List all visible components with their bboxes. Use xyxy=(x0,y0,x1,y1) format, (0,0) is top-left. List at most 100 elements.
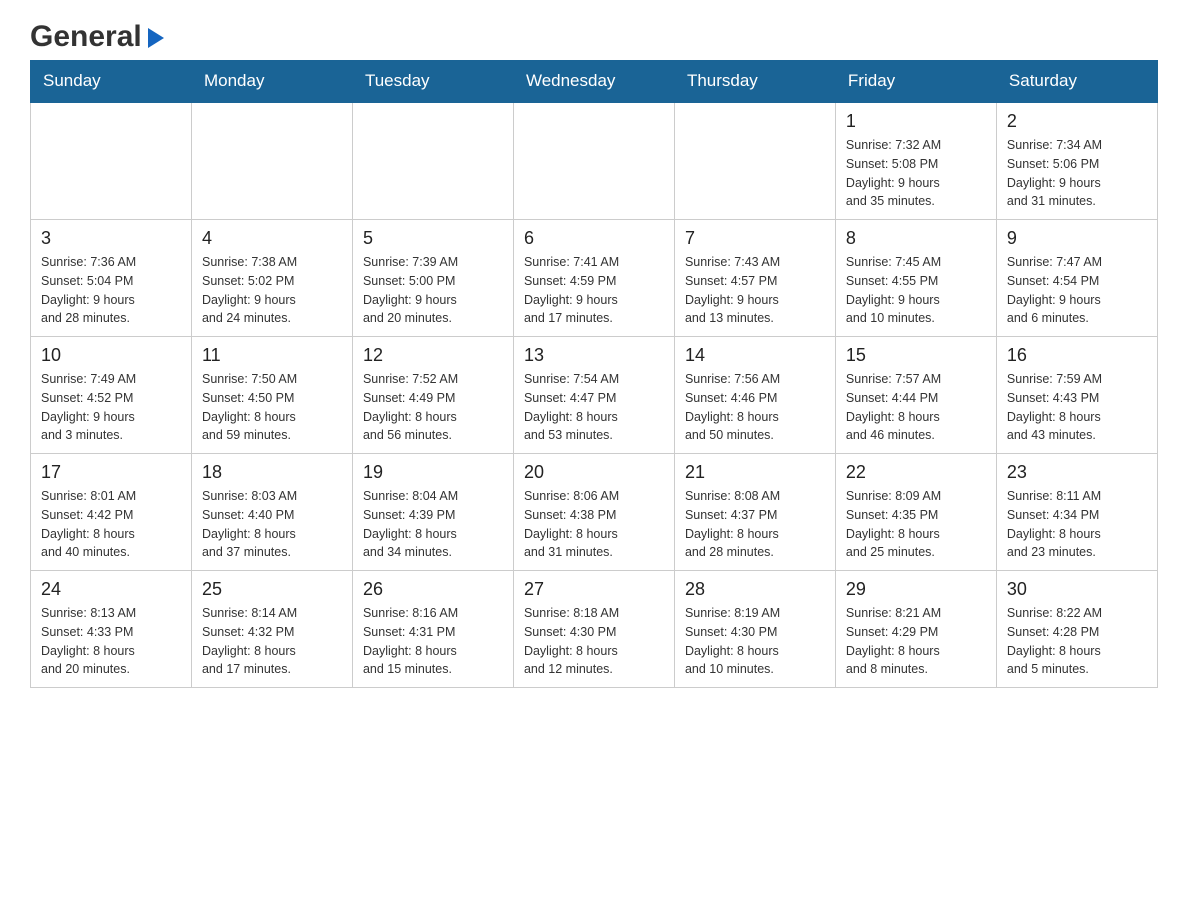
day-number: 8 xyxy=(846,228,986,249)
day-info: Sunrise: 7:54 AM Sunset: 4:47 PM Dayligh… xyxy=(524,370,664,445)
day-number: 27 xyxy=(524,579,664,600)
calendar-header-row: SundayMondayTuesdayWednesdayThursdayFrid… xyxy=(31,61,1158,103)
calendar-cell: 2 Sunrise: 7:34 AM Sunset: 5:06 PM Daylig… xyxy=(996,102,1157,220)
day-number: 15 xyxy=(846,345,986,366)
day-number: 10 xyxy=(41,345,181,366)
calendar-cell: 27 Sunrise: 8:18 AM Sunset: 4:30 PM Dayli… xyxy=(513,571,674,688)
calendar-cell: 26 Sunrise: 8:16 AM Sunset: 4:31 PM Dayli… xyxy=(352,571,513,688)
day-info: Sunrise: 8:13 AM Sunset: 4:33 PM Dayligh… xyxy=(41,604,181,679)
day-number: 2 xyxy=(1007,111,1147,132)
day-info: Sunrise: 7:43 AM Sunset: 4:57 PM Dayligh… xyxy=(685,253,825,328)
logo: General xyxy=(30,20,164,50)
day-info: Sunrise: 8:21 AM Sunset: 4:29 PM Dayligh… xyxy=(846,604,986,679)
day-number: 22 xyxy=(846,462,986,483)
day-info: Sunrise: 8:01 AM Sunset: 4:42 PM Dayligh… xyxy=(41,487,181,562)
day-number: 11 xyxy=(202,345,342,366)
day-number: 12 xyxy=(363,345,503,366)
day-info: Sunrise: 7:39 AM Sunset: 5:00 PM Dayligh… xyxy=(363,253,503,328)
day-number: 26 xyxy=(363,579,503,600)
day-info: Sunrise: 7:36 AM Sunset: 5:04 PM Dayligh… xyxy=(41,253,181,328)
calendar-cell: 11 Sunrise: 7:50 AM Sunset: 4:50 PM Dayli… xyxy=(191,337,352,454)
calendar-cell: 28 Sunrise: 8:19 AM Sunset: 4:30 PM Dayli… xyxy=(674,571,835,688)
calendar-cell: 22 Sunrise: 8:09 AM Sunset: 4:35 PM Dayli… xyxy=(835,454,996,571)
day-info: Sunrise: 7:45 AM Sunset: 4:55 PM Dayligh… xyxy=(846,253,986,328)
calendar-cell: 13 Sunrise: 7:54 AM Sunset: 4:47 PM Dayli… xyxy=(513,337,674,454)
calendar-cell: 30 Sunrise: 8:22 AM Sunset: 4:28 PM Dayli… xyxy=(996,571,1157,688)
weekday-header-thursday: Thursday xyxy=(674,61,835,103)
weekday-header-saturday: Saturday xyxy=(996,61,1157,103)
weekday-header-tuesday: Tuesday xyxy=(352,61,513,103)
calendar-week-2: 3Sunrise: 7:36 AM Sunset: 5:04 PM Daylig… xyxy=(31,220,1158,337)
day-info: Sunrise: 8:16 AM Sunset: 4:31 PM Dayligh… xyxy=(363,604,503,679)
day-number: 5 xyxy=(363,228,503,249)
calendar-week-5: 24Sunrise: 8:13 AM Sunset: 4:33 PM Dayli… xyxy=(31,571,1158,688)
calendar-cell: 23 Sunrise: 8:11 AM Sunset: 4:34 PM Dayli… xyxy=(996,454,1157,571)
day-info: Sunrise: 7:32 AM Sunset: 5:08 PM Dayligh… xyxy=(846,136,986,211)
calendar-cell: 17 Sunrise: 8:01 AM Sunset: 4:42 PM Dayli… xyxy=(31,454,192,571)
calendar-cell xyxy=(352,102,513,220)
day-info: Sunrise: 8:22 AM Sunset: 4:28 PM Dayligh… xyxy=(1007,604,1147,679)
day-info: Sunrise: 8:06 AM Sunset: 4:38 PM Dayligh… xyxy=(524,487,664,562)
page-header: General xyxy=(30,20,1158,50)
day-info: Sunrise: 8:18 AM Sunset: 4:30 PM Dayligh… xyxy=(524,604,664,679)
day-number: 30 xyxy=(1007,579,1147,600)
calendar-cell: 5 Sunrise: 7:39 AM Sunset: 5:00 PM Daylig… xyxy=(352,220,513,337)
day-number: 16 xyxy=(1007,345,1147,366)
calendar-cell: 8 Sunrise: 7:45 AM Sunset: 4:55 PM Daylig… xyxy=(835,220,996,337)
day-info: Sunrise: 8:04 AM Sunset: 4:39 PM Dayligh… xyxy=(363,487,503,562)
weekday-header-monday: Monday xyxy=(191,61,352,103)
weekday-header-wednesday: Wednesday xyxy=(513,61,674,103)
day-number: 9 xyxy=(1007,228,1147,249)
day-number: 29 xyxy=(846,579,986,600)
calendar-cell: 14 Sunrise: 7:56 AM Sunset: 4:46 PM Dayli… xyxy=(674,337,835,454)
weekday-header-friday: Friday xyxy=(835,61,996,103)
day-number: 25 xyxy=(202,579,342,600)
day-number: 18 xyxy=(202,462,342,483)
calendar-cell: 20Sunrise: 8:06 AM Sunset: 4:38 PM Dayli… xyxy=(513,454,674,571)
logo-arrow-icon xyxy=(148,28,164,48)
day-number: 28 xyxy=(685,579,825,600)
calendar-cell: 1 Sunrise: 7:32 AM Sunset: 5:08 PM Daylig… xyxy=(835,102,996,220)
day-number: 1 xyxy=(846,111,986,132)
calendar-cell: 9 Sunrise: 7:47 AM Sunset: 4:54 PM Daylig… xyxy=(996,220,1157,337)
day-info: Sunrise: 8:14 AM Sunset: 4:32 PM Dayligh… xyxy=(202,604,342,679)
day-number: 13 xyxy=(524,345,664,366)
day-info: Sunrise: 8:11 AM Sunset: 4:34 PM Dayligh… xyxy=(1007,487,1147,562)
calendar-cell: 3Sunrise: 7:36 AM Sunset: 5:04 PM Daylig… xyxy=(31,220,192,337)
day-number: 14 xyxy=(685,345,825,366)
day-info: Sunrise: 8:08 AM Sunset: 4:37 PM Dayligh… xyxy=(685,487,825,562)
calendar-cell: 16 Sunrise: 7:59 AM Sunset: 4:43 PM Dayli… xyxy=(996,337,1157,454)
calendar-cell: 25 Sunrise: 8:14 AM Sunset: 4:32 PM Dayli… xyxy=(191,571,352,688)
day-info: Sunrise: 8:19 AM Sunset: 4:30 PM Dayligh… xyxy=(685,604,825,679)
day-info: Sunrise: 7:34 AM Sunset: 5:06 PM Dayligh… xyxy=(1007,136,1147,211)
calendar-cell: 29 Sunrise: 8:21 AM Sunset: 4:29 PM Dayli… xyxy=(835,571,996,688)
calendar-cell xyxy=(674,102,835,220)
day-info: Sunrise: 7:41 AM Sunset: 4:59 PM Dayligh… xyxy=(524,253,664,328)
calendar-week-4: 17 Sunrise: 8:01 AM Sunset: 4:42 PM Dayli… xyxy=(31,454,1158,571)
day-info: Sunrise: 8:03 AM Sunset: 4:40 PM Dayligh… xyxy=(202,487,342,562)
day-info: Sunrise: 7:50 AM Sunset: 4:50 PM Dayligh… xyxy=(202,370,342,445)
calendar-week-1: 1 Sunrise: 7:32 AM Sunset: 5:08 PM Daylig… xyxy=(31,102,1158,220)
day-info: Sunrise: 8:09 AM Sunset: 4:35 PM Dayligh… xyxy=(846,487,986,562)
weekday-header-sunday: Sunday xyxy=(31,61,192,103)
calendar-cell: 21 Sunrise: 8:08 AM Sunset: 4:37 PM Dayli… xyxy=(674,454,835,571)
day-number: 21 xyxy=(685,462,825,483)
calendar-cell: 4 Sunrise: 7:38 AM Sunset: 5:02 PM Daylig… xyxy=(191,220,352,337)
day-info: Sunrise: 7:49 AM Sunset: 4:52 PM Dayligh… xyxy=(41,370,181,445)
day-number: 4 xyxy=(202,228,342,249)
day-info: Sunrise: 7:59 AM Sunset: 4:43 PM Dayligh… xyxy=(1007,370,1147,445)
logo-general-text: General xyxy=(30,20,142,54)
day-info: Sunrise: 7:56 AM Sunset: 4:46 PM Dayligh… xyxy=(685,370,825,445)
day-info: Sunrise: 7:47 AM Sunset: 4:54 PM Dayligh… xyxy=(1007,253,1147,328)
day-number: 17 xyxy=(41,462,181,483)
calendar-cell xyxy=(31,102,192,220)
day-info: Sunrise: 7:38 AM Sunset: 5:02 PM Dayligh… xyxy=(202,253,342,328)
calendar-table: SundayMondayTuesdayWednesdayThursdayFrid… xyxy=(30,60,1158,688)
calendar-cell xyxy=(191,102,352,220)
calendar-cell: 12Sunrise: 7:52 AM Sunset: 4:49 PM Dayli… xyxy=(352,337,513,454)
calendar-cell xyxy=(513,102,674,220)
calendar-cell: 10 Sunrise: 7:49 AM Sunset: 4:52 PM Dayli… xyxy=(31,337,192,454)
calendar-cell: 24Sunrise: 8:13 AM Sunset: 4:33 PM Dayli… xyxy=(31,571,192,688)
day-number: 23 xyxy=(1007,462,1147,483)
calendar-cell: 15Sunrise: 7:57 AM Sunset: 4:44 PM Dayli… xyxy=(835,337,996,454)
